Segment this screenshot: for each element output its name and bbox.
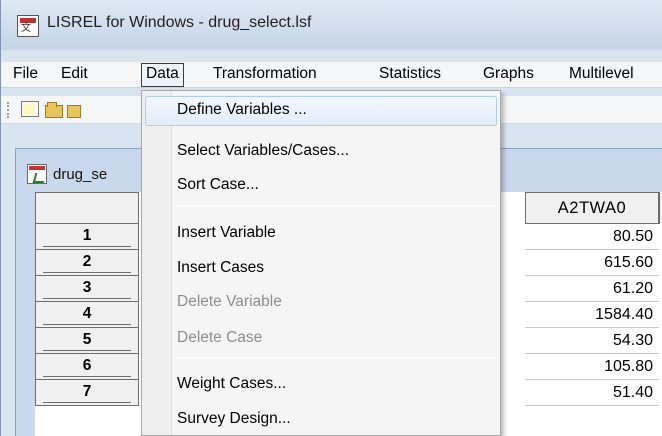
menu-graphs[interactable]: Graphs bbox=[479, 63, 538, 87]
row-header[interactable]: 4 bbox=[35, 302, 139, 328]
menu-item-insert-cases[interactable]: Insert Cases bbox=[177, 259, 264, 277]
menu-icon-strip bbox=[142, 91, 172, 435]
lisrel-app-icon[interactable]: 文 bbox=[17, 15, 39, 37]
grid-corner-cell[interactable] bbox=[35, 192, 139, 224]
save-folder-icon[interactable] bbox=[67, 101, 85, 118]
app-window: 文 LISREL for Windows - drug_select.lsf F… bbox=[0, 0, 662, 436]
table-cell[interactable]: 54.30 bbox=[525, 328, 659, 354]
spreadsheet-icon bbox=[27, 164, 47, 184]
row-header[interactable]: 5 bbox=[35, 328, 139, 354]
column-header-a2twa0[interactable]: A2TWA0 bbox=[525, 192, 659, 224]
menu-item-survey-design[interactable]: Survey Design... bbox=[177, 410, 291, 428]
open-folder-icon[interactable] bbox=[45, 101, 63, 118]
table-cell[interactable]: 615.60 bbox=[525, 250, 659, 276]
menu-item-define-variables[interactable]: Define Variables ... bbox=[177, 101, 307, 119]
menu-item-sort-case[interactable]: Sort Case... bbox=[177, 176, 259, 194]
menu-separator bbox=[176, 205, 496, 206]
menu-file[interactable]: File bbox=[9, 63, 42, 87]
row-index: 2 bbox=[43, 252, 131, 273]
menu-multilevel[interactable]: Multilevel bbox=[565, 63, 638, 87]
row-header[interactable]: 6 bbox=[35, 354, 139, 380]
toolbar-grip[interactable] bbox=[7, 102, 9, 118]
table-cell[interactable]: 80.50 bbox=[525, 224, 659, 250]
row-index: 1 bbox=[43, 226, 131, 247]
row-header[interactable]: 7 bbox=[35, 380, 139, 406]
document-title: drug_se bbox=[53, 166, 108, 183]
menu-statistics[interactable]: Statistics bbox=[375, 63, 445, 87]
menu-item-insert-variable[interactable]: Insert Variable bbox=[177, 224, 276, 242]
row-header[interactable]: 3 bbox=[35, 276, 139, 302]
menu-item-delete-case: Delete Case bbox=[177, 329, 263, 346]
row-index: 7 bbox=[43, 382, 131, 403]
row-header[interactable]: 1 bbox=[35, 224, 139, 250]
table-cell[interactable]: 61.20 bbox=[525, 276, 659, 302]
document-title-bar[interactable]: drug_se bbox=[23, 156, 143, 194]
menu-item-delete-variable: Delete Variable bbox=[177, 293, 282, 310]
row-index: 4 bbox=[43, 304, 131, 325]
menu-transformation[interactable]: Transformation bbox=[209, 63, 321, 87]
menu-data[interactable]: Data bbox=[141, 63, 184, 87]
data-menu-dropdown: Define Variables ... Select Variables/Ca… bbox=[141, 90, 501, 436]
row-header[interactable]: 2 bbox=[35, 250, 139, 276]
menu-item-weight-cases[interactable]: Weight Cases... bbox=[177, 375, 286, 393]
row-index: 5 bbox=[43, 330, 131, 351]
table-cell[interactable]: 1584.40 bbox=[525, 302, 659, 328]
table-cell[interactable]: 105.80 bbox=[525, 354, 659, 380]
table-cell[interactable]: 51.40 bbox=[525, 380, 659, 406]
window-title: LISREL for Windows - drug_select.lsf bbox=[47, 14, 312, 31]
row-index: 3 bbox=[43, 278, 131, 299]
menu-item-select-variables-cases[interactable]: Select Variables/Cases... bbox=[177, 142, 349, 160]
menu-edit[interactable]: Edit bbox=[57, 63, 92, 87]
title-bar: 文 LISREL for Windows - drug_select.lsf bbox=[1, 0, 662, 50]
menu-bar: File Edit Data Transformation Statistics… bbox=[1, 62, 662, 88]
menu-separator bbox=[176, 357, 496, 358]
row-index: 6 bbox=[43, 356, 131, 377]
new-file-icon[interactable] bbox=[21, 101, 39, 117]
